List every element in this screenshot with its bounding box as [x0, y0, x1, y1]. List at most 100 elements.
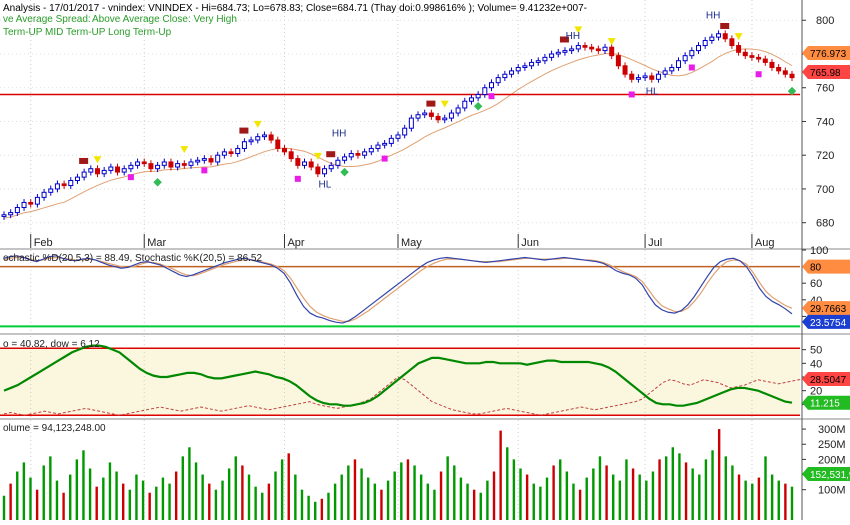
volume-bar: [188, 447, 191, 520]
candle-body: [188, 161, 194, 166]
candle-body: [81, 171, 87, 178]
price-tick-label: 760: [816, 83, 834, 95]
value-tag: 765.98: [802, 65, 850, 79]
signal-square: [381, 155, 388, 162]
candle-body: [655, 73, 661, 80]
volume-tick-label: 200M: [818, 454, 846, 466]
volume-bar: [539, 486, 542, 520]
candle-body: [288, 151, 294, 160]
volume-bar: [770, 474, 774, 520]
volume-bar: [419, 474, 423, 520]
volume-bar: [446, 456, 449, 520]
candle-body: [756, 56, 762, 60]
volume-bar: [95, 486, 98, 520]
candle-body: [435, 115, 441, 121]
svg-text:80: 80: [810, 263, 822, 274]
candle-body: [515, 66, 521, 72]
candle-body: [629, 73, 635, 80]
candle-body: [609, 46, 615, 57]
candle-body: [776, 66, 782, 72]
candle-body: [642, 75, 648, 79]
volume-bar: [698, 474, 701, 520]
candle-body: [108, 166, 114, 171]
volume-bar: [267, 483, 271, 520]
candle-body: [281, 147, 287, 153]
candle-body: [141, 161, 147, 165]
candle-body: [502, 73, 508, 79]
volume-bar: [287, 453, 290, 520]
volume-bar: [585, 477, 588, 520]
candle-body: [495, 77, 501, 84]
signal-flag: [79, 157, 89, 164]
volume-bar: [241, 465, 244, 520]
price-tick-label: 700: [816, 184, 834, 196]
x-tick-label: Aug: [755, 237, 775, 249]
volume-bar: [717, 429, 721, 520]
candle-body: [789, 73, 795, 79]
volume-bar: [479, 492, 482, 520]
volume-bar: [333, 483, 337, 520]
volume-bar: [790, 486, 794, 520]
candle-body: [195, 159, 201, 163]
volume-bar: [724, 456, 727, 520]
swing-label: HH: [332, 129, 346, 140]
value-tag: 152,531,9: [802, 466, 850, 481]
volume-bar: [506, 447, 509, 520]
candle-body: [181, 163, 187, 166]
volume-bar: [161, 477, 165, 520]
candle-body: [41, 191, 47, 198]
signal-square: [127, 174, 134, 181]
trend-label: Term-UP MID Term-UP Long Term-Up: [3, 27, 172, 38]
candle-body: [475, 93, 481, 99]
volume-bar: [453, 465, 456, 520]
candle-body: [782, 70, 788, 75]
volume-bar: [618, 480, 622, 520]
svg-text:11.215: 11.215: [810, 399, 840, 410]
svg-text:28.5047: 28.5047: [810, 375, 847, 386]
volume-bar: [300, 489, 304, 520]
volume-bar: [426, 483, 429, 520]
volume-bar: [519, 468, 522, 520]
volume-bar: [565, 471, 569, 520]
volume-bar: [486, 480, 489, 520]
swing-label: HH: [706, 11, 720, 22]
volume-bar: [711, 450, 714, 520]
spread-label: ve Average Spread:: [3, 14, 91, 25]
volume-bar: [466, 483, 469, 520]
candle-body: [689, 50, 695, 57]
candle-body: [121, 168, 127, 173]
candle-body: [101, 169, 107, 175]
candle-body: [68, 180, 74, 187]
volume-bar: [433, 489, 436, 520]
candle-body: [542, 56, 548, 62]
candle-body: [549, 53, 555, 58]
swing-label: HL: [319, 179, 332, 190]
volume-bar: [472, 489, 476, 520]
volume-bar: [88, 468, 92, 520]
volume-bar: [69, 474, 72, 520]
volume-bar: [651, 471, 655, 520]
volume-bar: [757, 477, 761, 520]
candle-body: [468, 97, 474, 102]
volume-bar: [121, 483, 125, 520]
volume-bar: [135, 474, 138, 520]
swing-label: HH: [566, 31, 580, 42]
volume-bar: [168, 483, 171, 520]
x-tick-label: May: [401, 237, 422, 249]
volume-bar: [128, 489, 132, 520]
candle-body: [362, 151, 368, 156]
candle-body: [168, 161, 174, 168]
candle-body: [8, 212, 14, 216]
volume-bar: [406, 459, 410, 520]
volume-tick-label: 250M: [818, 439, 846, 451]
signal-flag: [426, 100, 436, 107]
volume-bar: [645, 480, 648, 520]
stoch-tick-label: 60: [810, 278, 822, 290]
volume-bar: [552, 465, 555, 520]
volume-bar: [181, 456, 184, 520]
dow-tick-label: 50: [810, 345, 822, 357]
volume-bar: [9, 483, 12, 520]
stochastic-title: ochastic %D(20,5,3) = 88.49, Stochastic …: [3, 253, 263, 264]
candle-body: [94, 168, 100, 175]
candle-body: [482, 87, 488, 95]
